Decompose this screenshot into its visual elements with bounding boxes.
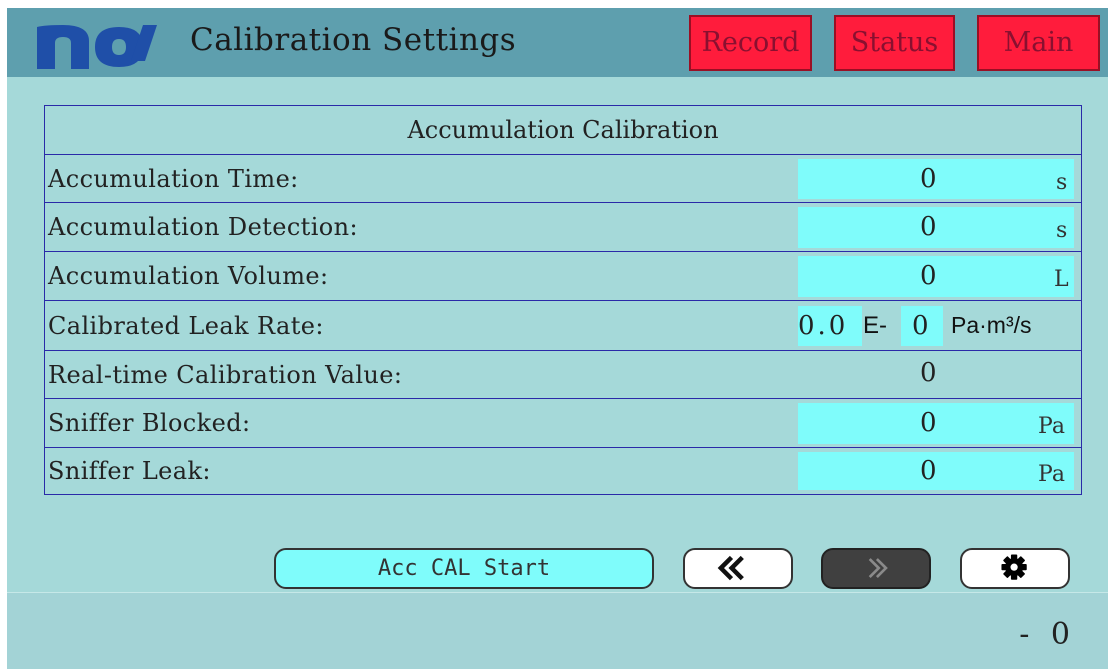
accumulation-detection-value: 0 xyxy=(920,212,937,242)
table-heading: Accumulation Calibration xyxy=(45,106,1081,155)
sniffer-leak-unit: Pa xyxy=(1038,462,1065,487)
accumulation-time-label: Accumulation Time: xyxy=(48,165,299,193)
next-page-button[interactable] xyxy=(821,548,931,589)
nqi-logo xyxy=(37,25,157,69)
sniffer-blocked-label: Sniffer Blocked: xyxy=(48,409,251,437)
leak-rate-exponent: 0 xyxy=(912,311,929,341)
table-row: Sniffer Leak: 0 Pa xyxy=(45,448,1081,494)
accumulation-detection-unit: s xyxy=(1056,218,1068,243)
leak-rate-unit: Pa·m³/s xyxy=(951,312,1032,338)
accumulation-time-unit: s xyxy=(1056,170,1068,195)
accumulation-detection-input[interactable]: 0 s xyxy=(798,207,1074,248)
status-button[interactable]: Status xyxy=(834,15,955,71)
main-button[interactable]: Main xyxy=(977,15,1100,71)
table-row: Calibrated Leak Rate: 0.0 E- 0 Pa·m³/s xyxy=(45,301,1081,351)
accumulation-volume-input[interactable]: 0 L xyxy=(798,256,1074,297)
page-title: Calibration Settings xyxy=(190,22,517,58)
realtime-calibration-value: 0 xyxy=(920,358,937,388)
sniffer-leak-label: Sniffer Leak: xyxy=(48,457,211,485)
calibration-table: Accumulation Calibration Accumulation Ti… xyxy=(44,105,1082,495)
acc-cal-start-button[interactable]: Acc CAL Start xyxy=(274,548,654,589)
status-footer: - 0 xyxy=(7,592,1108,669)
table-row: Sniffer Blocked: 0 Pa xyxy=(45,399,1081,448)
accumulation-time-input[interactable]: 0 s xyxy=(798,159,1074,199)
settings-button[interactable] xyxy=(960,548,1070,589)
sniffer-blocked-unit: Pa xyxy=(1038,414,1065,439)
table-row: Accumulation Volume: 0 L xyxy=(45,252,1081,301)
accumulation-time-value: 0 xyxy=(920,164,937,194)
gear-icon xyxy=(1001,554,1027,580)
leak-rate-mantissa-input[interactable]: 0.0 xyxy=(798,306,862,346)
accumulation-volume-label: Accumulation Volume: xyxy=(48,262,329,290)
header-bar: Calibration Settings Record Status Main xyxy=(7,8,1108,77)
calibrated-leak-rate-label: Calibrated Leak Rate: xyxy=(48,312,324,340)
sniffer-leak-value: 0 xyxy=(920,456,937,486)
previous-page-button[interactable] xyxy=(683,548,793,589)
footer-status-value: - 0 xyxy=(1019,617,1076,652)
double-chevron-right-icon xyxy=(868,558,888,579)
accumulation-volume-unit: L xyxy=(1054,267,1069,292)
sniffer-leak-input[interactable]: 0 Pa xyxy=(798,452,1074,490)
table-row: Accumulation Detection: 0 s xyxy=(45,203,1081,252)
accumulation-detection-label: Accumulation Detection: xyxy=(48,213,358,241)
realtime-calibration-label: Real-time Calibration Value: xyxy=(48,361,403,389)
leak-rate-exp-prefix: E- xyxy=(863,312,887,339)
table-row: Real-time Calibration Value: 0 xyxy=(45,351,1081,399)
hmi-screen: Calibration Settings Record Status Main … xyxy=(7,8,1108,669)
accumulation-volume-value: 0 xyxy=(920,261,937,291)
sniffer-blocked-value: 0 xyxy=(920,408,937,438)
leak-rate-exponent-input[interactable]: 0 xyxy=(901,306,943,346)
double-chevron-left-icon xyxy=(717,555,744,581)
leak-rate-mantissa: 0.0 xyxy=(798,311,849,341)
record-button[interactable]: Record xyxy=(689,15,812,71)
sniffer-blocked-input[interactable]: 0 Pa xyxy=(798,403,1074,444)
table-row: Accumulation Time: 0 s xyxy=(45,155,1081,203)
